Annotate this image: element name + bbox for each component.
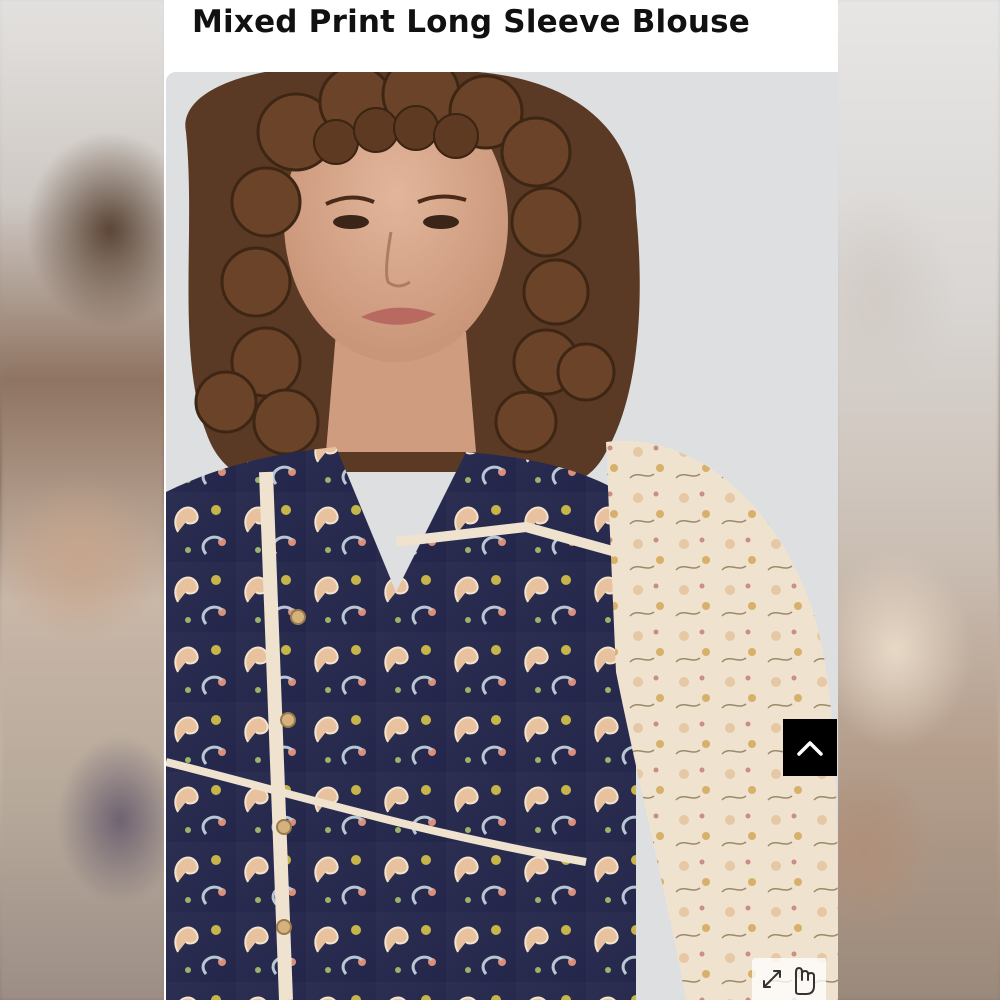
blurred-backdrop-left	[0, 0, 165, 1000]
product-page: Mixed Print Long Sleeve Blouse	[164, 0, 838, 1000]
zoom-indicator[interactable]	[752, 958, 826, 1000]
blurred-backdrop-right	[835, 0, 1000, 1000]
model-photo	[166, 72, 838, 1000]
product-image[interactable]	[166, 72, 838, 1000]
scroll-to-top-button[interactable]	[783, 719, 837, 776]
chevron-up-icon	[797, 740, 823, 756]
expand-arrows-icon	[763, 970, 781, 988]
pointer-hand-icon	[795, 967, 815, 995]
product-title: Mixed Print Long Sleeve Blouse	[192, 4, 751, 40]
